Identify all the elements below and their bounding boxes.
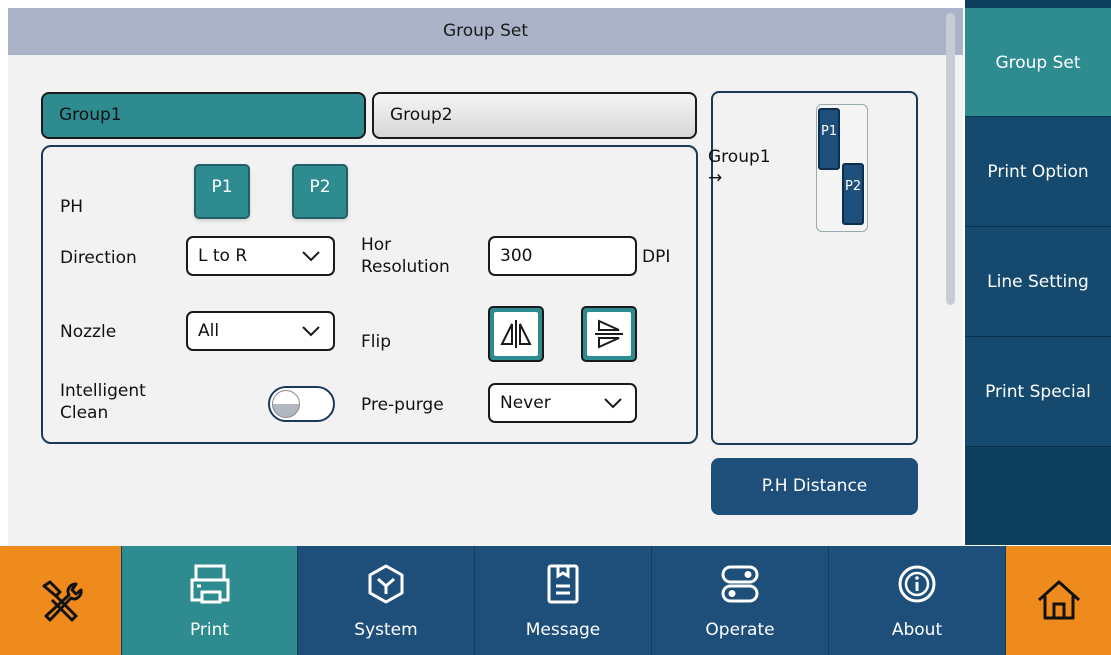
nav-message-button[interactable]: Message [475, 546, 652, 655]
flip-horizontal-button[interactable] [488, 306, 544, 362]
toggle-knob [272, 390, 300, 418]
pre-purge-label: Pre-purge [361, 395, 444, 415]
chevron-down-icon [302, 251, 320, 262]
direction-dropdown[interactable]: L to R [186, 236, 335, 276]
side-item-line-setting[interactable]: Line Setting [965, 227, 1111, 337]
side-item-print-special[interactable]: Print Special [965, 337, 1111, 447]
nozzle-label: Nozzle [60, 322, 117, 342]
hor-resolution-label-line2: Resolution [361, 257, 450, 277]
nav-about-label: About [891, 620, 943, 640]
preview-label: Group1 → [708, 147, 771, 189]
hor-resolution-label-line1: Hor [361, 235, 392, 255]
page-title: Group Set [8, 8, 963, 55]
side-menu: Group Set Print Option Line Setting Prin… [965, 0, 1111, 545]
nav-home-button[interactable] [1006, 546, 1111, 655]
nav-print-button[interactable]: Print [122, 546, 298, 655]
pre-purge-dropdown[interactable]: Never [488, 383, 637, 423]
group-preview-panel: Group1 → P1 P2 [708, 91, 918, 445]
tab-group2[interactable]: Group2 [372, 92, 697, 139]
nav-tools-button[interactable] [0, 546, 122, 655]
document-icon [547, 564, 579, 604]
flip-vertical-icon [595, 319, 623, 349]
intelligent-clean-toggle[interactable] [268, 386, 335, 422]
app-window: Group Set Group1 Group2 PH P1 P2 Directi… [0, 0, 1111, 655]
direction-value: L to R [198, 246, 248, 266]
direction-label: Direction [60, 248, 137, 268]
tab-group1[interactable]: Group1 [41, 92, 366, 139]
nav-system-button[interactable]: System [298, 546, 475, 655]
nav-operate-button[interactable]: Operate [652, 546, 829, 655]
printhead-p2: P2 [842, 163, 864, 225]
bottom-nav-bar: Print System Message Operate About [0, 546, 1111, 655]
side-item-print-option[interactable]: Print Option [965, 117, 1111, 227]
pre-purge-value: Never [500, 393, 551, 413]
nav-about-button[interactable]: About [829, 546, 1006, 655]
dpi-unit-label: DPI [642, 247, 671, 267]
ph-distance-button[interactable]: P.H Distance [711, 458, 918, 515]
flip-label: Flip [361, 332, 392, 352]
ph-label: PH [60, 197, 84, 217]
chevron-down-icon [604, 398, 622, 409]
printer-icon [190, 564, 229, 604]
printhead-diagram: P1 P2 [816, 104, 868, 232]
nav-operate-label: Operate [705, 620, 775, 640]
flip-vertical-button[interactable] [581, 306, 637, 362]
home-icon [1037, 580, 1080, 620]
nav-system-label: System [354, 620, 418, 640]
side-item-group-set[interactable]: Group Set [965, 8, 1111, 117]
nozzle-value: All [198, 321, 220, 341]
intelligent-clean-label-line2: Clean [60, 403, 109, 423]
scrollbar[interactable] [946, 13, 955, 305]
ph-p2-button[interactable]: P2 [292, 164, 348, 219]
flip-horizontal-icon [500, 320, 532, 348]
nav-message-label: Message [525, 620, 601, 640]
preview-group-name: Group1 [708, 147, 771, 167]
nav-print-label: Print [189, 620, 230, 640]
group-settings-panel: PH P1 P2 Direction L to R Hor Resolution… [41, 145, 698, 444]
intelligent-clean-label-line1: Intelligent [60, 381, 146, 401]
preview-arrow: → [708, 168, 723, 188]
nozzle-dropdown[interactable]: All [186, 311, 335, 351]
ph-p1-button[interactable]: P1 [194, 164, 250, 219]
cube-icon [368, 564, 404, 604]
chevron-down-icon [302, 326, 320, 337]
tools-icon [42, 580, 83, 622]
printhead-p1: P1 [818, 108, 840, 170]
toggles-icon [721, 565, 759, 603]
main-panel: Group Set Group1 Group2 PH P1 P2 Directi… [8, 8, 963, 546]
info-icon [898, 565, 936, 603]
hor-resolution-input[interactable]: 300 [488, 236, 637, 276]
